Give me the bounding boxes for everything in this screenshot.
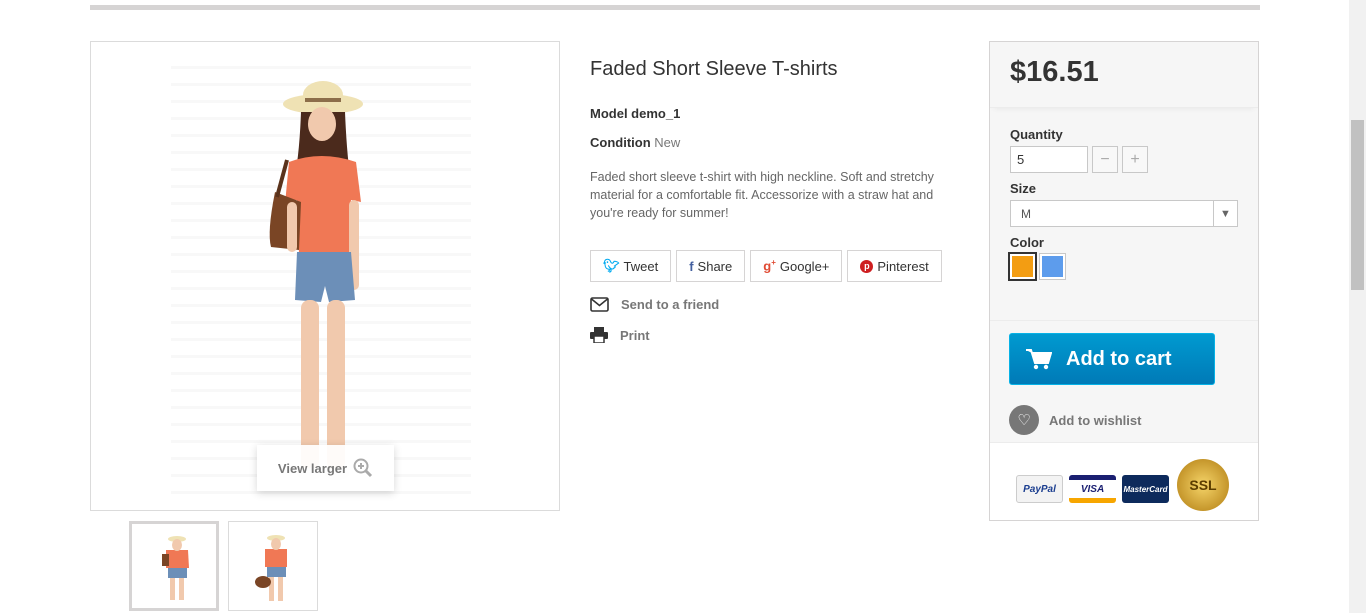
mastercard-logo: MasterCard [1122,475,1169,503]
condition-value: New [654,135,681,150]
send-to-friend-link[interactable]: Send to a friend [590,297,719,312]
cart-area: Add to cart ♡ Add to wishlist [990,320,1258,442]
view-larger-label: View larger [277,460,348,476]
tweet-button[interactable]: 🐦︎ Tweet [590,250,672,282]
view-larger-button[interactable]: View larger [257,445,394,491]
pinterest-icon: p [860,259,874,273]
add-to-cart-label: Add to cart [1066,347,1172,370]
quantity-row: − + [1010,146,1240,173]
googleplus-label: Google+ [779,258,830,274]
add-to-cart-button[interactable]: Add to cart [1009,333,1215,385]
product-model: Model demo_1 [590,106,681,121]
buy-box: $16.51 Quantity − + Size M ▼ Color Add t… [989,41,1259,521]
product-options: Quantity − + Size M ▼ Color [1008,127,1240,281]
share-label: Share [697,258,733,274]
size-label: Size [1010,181,1037,196]
thumbnail-2[interactable] [228,521,318,611]
chevron-down-icon: ▼ [1213,201,1237,226]
color-swatches [1008,252,1240,281]
shopping-cart-icon [1026,349,1052,370]
top-divider [90,5,1260,10]
product-title: Faded Short Sleeve T-shirts [590,58,838,80]
size-selected-value: M [1021,207,1031,221]
quantity-increase-button[interactable]: + [1122,146,1148,173]
scrollbar[interactable] [1349,0,1366,613]
googleplus-icon: g+ [763,258,776,274]
heart-icon: ♡ [1009,405,1039,435]
facebook-icon: f [689,258,694,274]
color-label: Color [1010,235,1044,250]
envelope-icon [590,297,609,312]
quantity-decrease-button[interactable]: − [1092,146,1118,173]
thumbnail-image [162,536,189,600]
color-swatch-orange[interactable] [1008,252,1037,281]
condition-label: Condition [590,135,651,150]
product-price: $16.51 [1010,56,1099,88]
product-main-image[interactable]: View larger [90,41,560,511]
model-figure-image [269,81,363,480]
print-label: Print [620,327,650,343]
paypal-logo: PayPal [1016,475,1063,503]
zoom-in-icon [353,458,373,478]
payment-logos: PayPal VISA MasterCard SSL [990,442,1258,520]
send-to-friend-label: Send to a friend [621,297,720,312]
product-description: Faded short sleeve t-shirt with high nec… [590,170,934,220]
thumbnail-image [255,535,287,601]
social-share-buttons: 🐦︎ Tweet f Share g+ Google+ p Pinterest [590,250,942,282]
printer-icon [590,327,608,343]
quantity-label: Quantity [1010,127,1063,142]
twitter-icon: 🐦︎ [603,258,620,273]
price-box: $16.51 [990,42,1258,108]
visa-logo: VISA [1069,475,1116,503]
tweet-label: Tweet [623,258,659,274]
pinterest-button[interactable]: p Pinterest [847,250,942,282]
share-button[interactable]: f Share [676,250,746,282]
add-to-wishlist-link[interactable]: ♡ Add to wishlist [1009,405,1141,435]
size-select[interactable]: M ▼ [1010,200,1238,227]
quantity-input[interactable] [1010,146,1088,173]
add-to-wishlist-label: Add to wishlist [1049,412,1142,428]
print-link[interactable]: Print [590,327,650,343]
googleplus-button[interactable]: g+ Google+ [750,250,843,282]
pinterest-label: Pinterest [877,258,929,274]
scrollbar-thumb[interactable] [1351,120,1364,290]
color-swatch-blue[interactable] [1039,253,1066,280]
thumbnail-1[interactable] [129,521,219,611]
product-condition: Condition New [590,135,680,150]
ssl-seal-logo: SSL [1177,459,1229,511]
